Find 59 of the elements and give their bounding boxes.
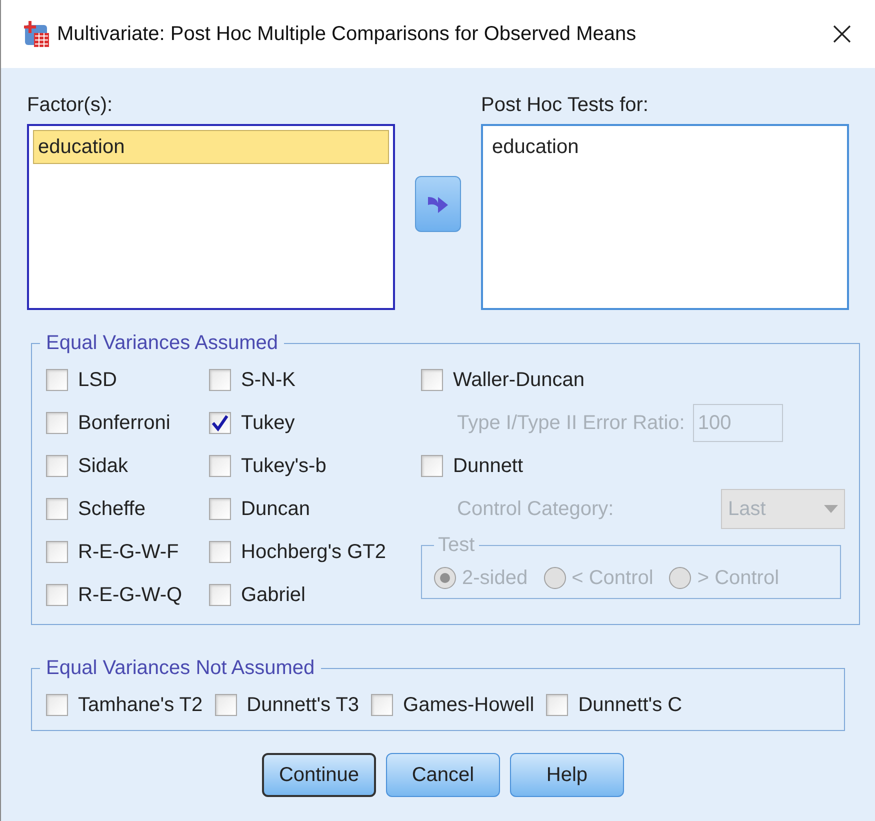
dialog-button[interactable]: Continue [262,753,376,797]
checkbox[interactable] [209,454,231,476]
checkbox-label: Tukey's-b [241,454,326,478]
checkbox[interactable] [371,694,394,716]
checkbox[interactable] [46,540,68,562]
list-box[interactable]: education [481,124,849,310]
checkbox[interactable] [421,368,443,390]
dialog-button[interactable]: Cancel [386,753,500,797]
list-box[interactable]: education [27,124,395,310]
checkmark-icon [211,414,229,432]
checkbox-label: Gabriel [241,582,306,608]
checkbox-label: Scheffe [78,496,146,522]
checkbox[interactable] [46,412,68,434]
checkbox[interactable] [46,584,68,606]
checkbox-label: Dunnett's C [578,692,682,718]
checkbox[interactable] [46,694,68,716]
checkbox[interactable] [209,584,231,606]
list-item[interactable]: education [487,130,843,164]
checkbox-label: Sidak [78,454,128,478]
dialog-button[interactable]: Help [510,753,624,797]
list-label: Post Hoc Tests for: [481,93,650,118]
checkbox-label: Dunnett [453,454,524,478]
checkbox[interactable] [214,694,237,716]
checkbox[interactable] [209,540,231,562]
checkbox[interactable] [546,694,568,716]
dropdown-arrow-icon [824,504,838,512]
checkbox-label: Tamhane's T2 [78,692,203,718]
checkbox-label: R-E-G-W-Q [78,582,182,608]
close-icon[interactable] [833,25,851,43]
checkbox[interactable] [421,454,443,476]
list-item[interactable]: education [33,130,389,164]
checkbox[interactable] [209,368,231,390]
checkbox-label: Dunnett's T3 [246,692,360,718]
checkbox-label: Games-Howell [403,692,534,718]
radio-label: 2-sided [462,566,528,591]
checkbox[interactable] [46,498,68,520]
checkbox[interactable] [46,454,68,476]
field-label: Control Category: [457,496,614,522]
list-label: Factor(s): [27,93,114,118]
checkbox-label: Bonferroni [78,410,170,436]
checkbox-label: Hochberg's GT2 [241,540,386,564]
checkbox-label: LSD [78,368,117,392]
checkbox[interactable] [209,498,231,520]
checkbox-label: Waller-Duncan [453,368,585,392]
group-title: Test [437,533,476,558]
radio-label: > Control [697,566,780,591]
field-label: Type I/Type II Error Ratio: [457,410,685,436]
group-title: Equal Variances Assumed [45,331,279,356]
checkbox-label: S-N-K [241,368,296,392]
checkbox-label: Tukey [241,410,295,436]
checkbox[interactable] [46,368,68,390]
radio-label: < Control [572,566,654,591]
group-title: Equal Variances Not Assumed [45,656,316,681]
app-icon [21,19,51,49]
checkbox[interactable] [209,412,231,434]
checkbox-label: R-E-G-W-F [78,540,179,564]
move-right-button[interactable] [415,176,461,232]
checkbox-label: Duncan [241,496,310,522]
window-title: Multivariate: Post Hoc Multiple Comparisons for Observed Means [57,22,636,47]
